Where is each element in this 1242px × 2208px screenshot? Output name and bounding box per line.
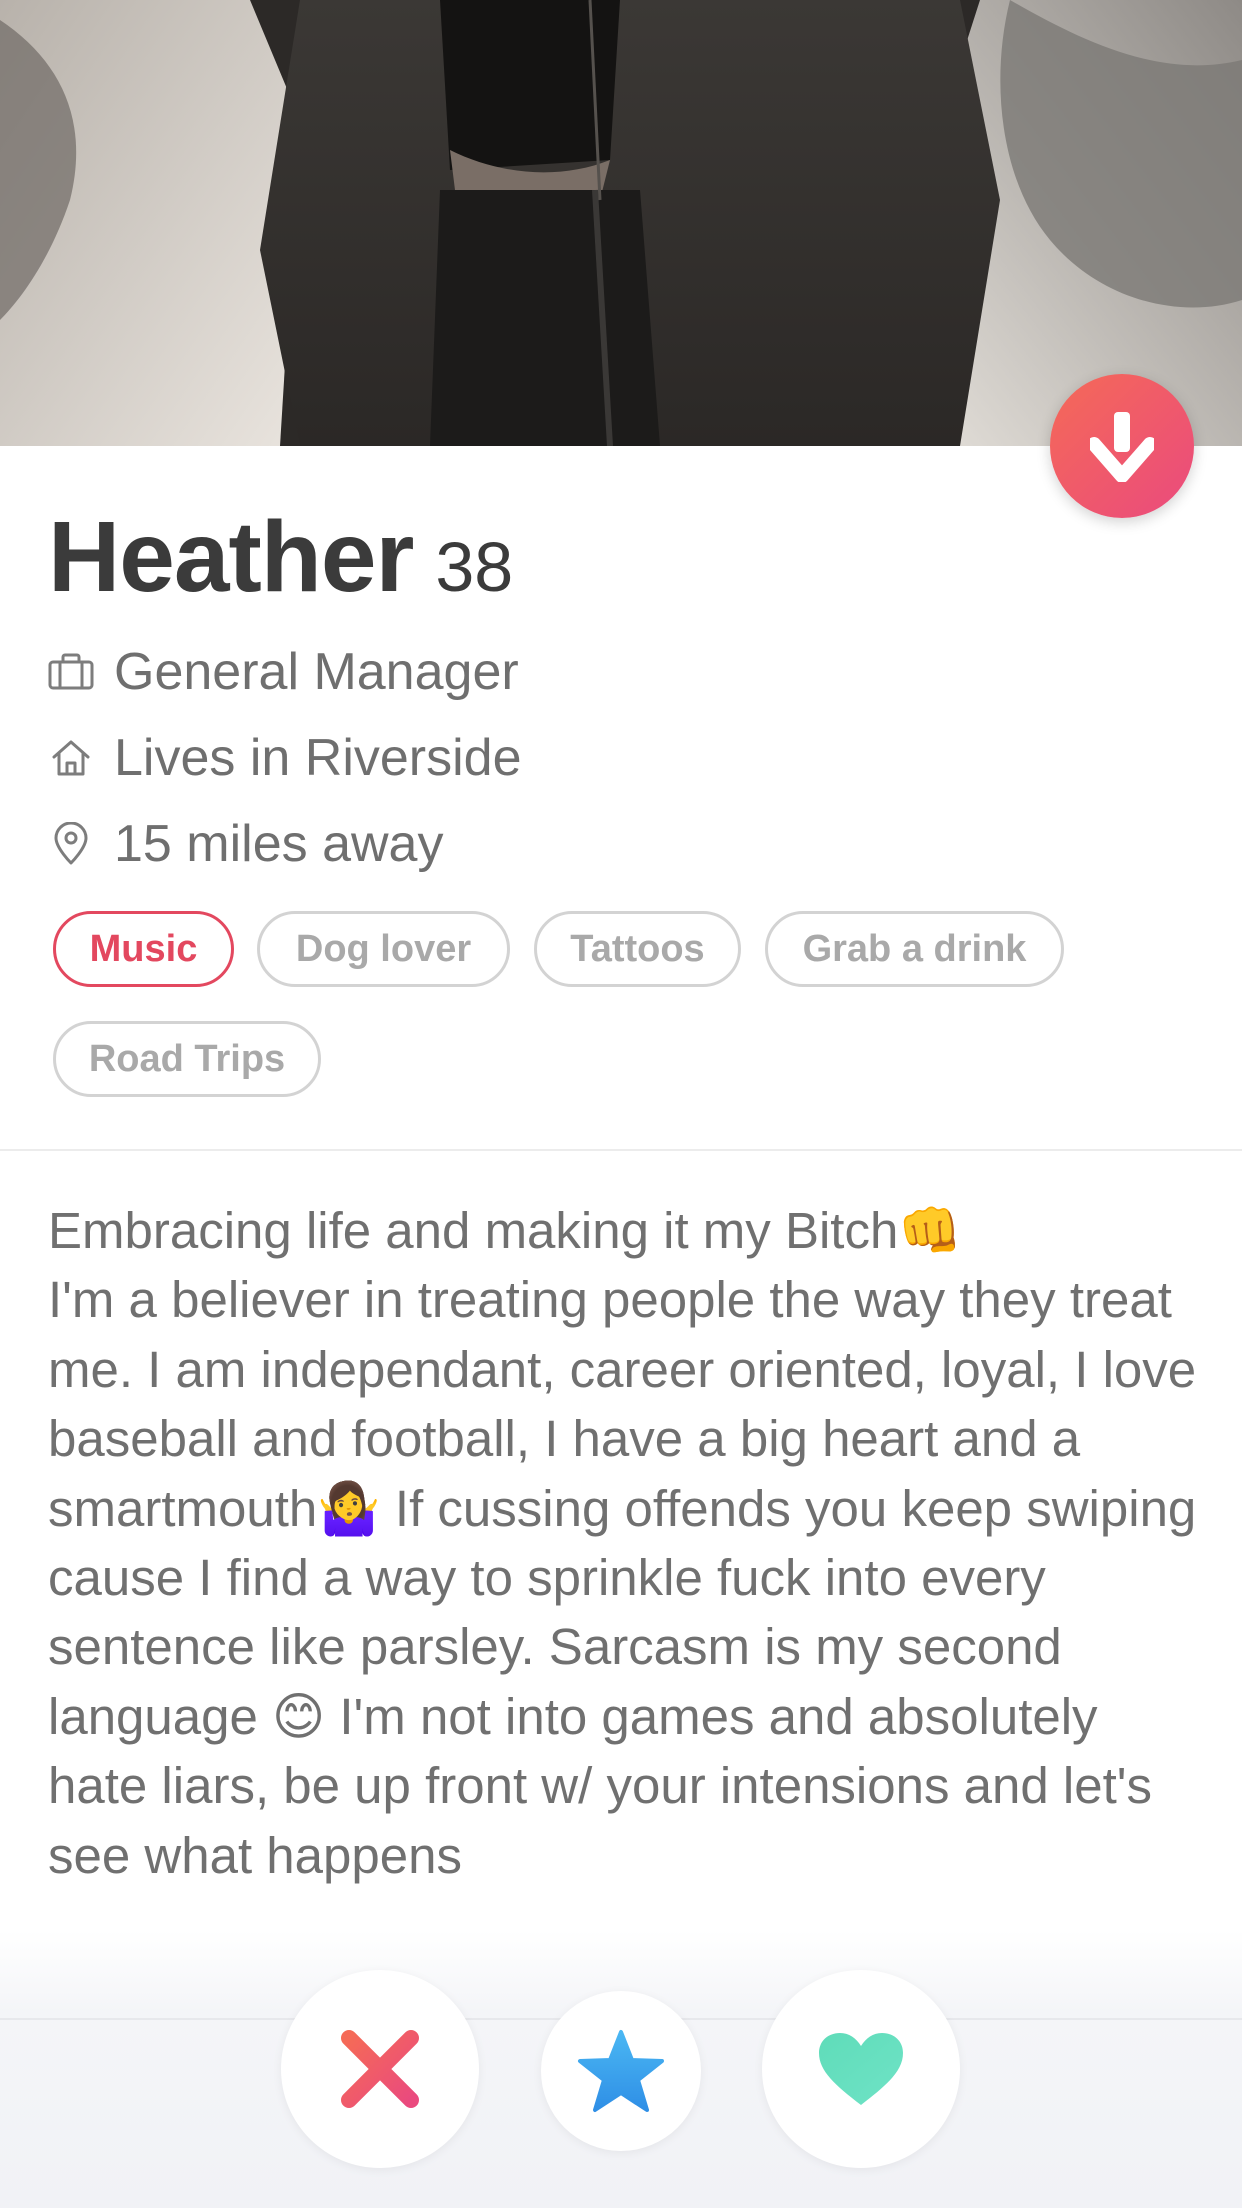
like-button[interactable] bbox=[762, 1970, 960, 2168]
distance-text: 15 miles away bbox=[114, 815, 444, 873]
distance-row: 15 miles away bbox=[48, 814, 443, 874]
collapse-profile-button[interactable] bbox=[1050, 374, 1194, 518]
interest-chip-road-trips[interactable]: Road Trips bbox=[53, 1021, 321, 1097]
arrow-down-icon bbox=[1090, 412, 1154, 482]
residence-text: Lives in Riverside bbox=[114, 729, 522, 787]
interest-chip-grab-a-drink[interactable]: Grab a drink bbox=[765, 911, 1064, 987]
profile-photo[interactable] bbox=[0, 0, 1242, 446]
residence-row: Lives in Riverside bbox=[48, 728, 522, 788]
job-title: General Manager bbox=[114, 643, 519, 701]
briefcase-icon bbox=[48, 649, 94, 695]
interest-chip-dog-lover[interactable]: Dog lover bbox=[257, 911, 510, 987]
job-row: General Manager bbox=[48, 642, 519, 702]
super-like-button[interactable] bbox=[541, 1991, 701, 2151]
nope-button[interactable] bbox=[281, 1970, 479, 2168]
interest-chip-music[interactable]: Music bbox=[53, 911, 234, 987]
name-age-row: Heather 38 bbox=[48, 500, 513, 615]
star-icon bbox=[578, 2030, 664, 2112]
home-icon bbox=[48, 735, 94, 781]
close-x-icon bbox=[341, 2030, 419, 2108]
interest-chip-tattoos[interactable]: Tattoos bbox=[534, 911, 741, 987]
profile-age: 38 bbox=[435, 528, 514, 606]
location-pin-icon bbox=[48, 821, 94, 867]
profile-page: Heather 38 General Manager Lives in Rive… bbox=[0, 0, 1242, 2208]
heart-icon bbox=[819, 2033, 903, 2105]
bio-text: Embracing life and making it my Bitch👊 I… bbox=[48, 1202, 1197, 1884]
section-divider bbox=[0, 1149, 1242, 1151]
profile-name: Heather bbox=[48, 501, 414, 613]
